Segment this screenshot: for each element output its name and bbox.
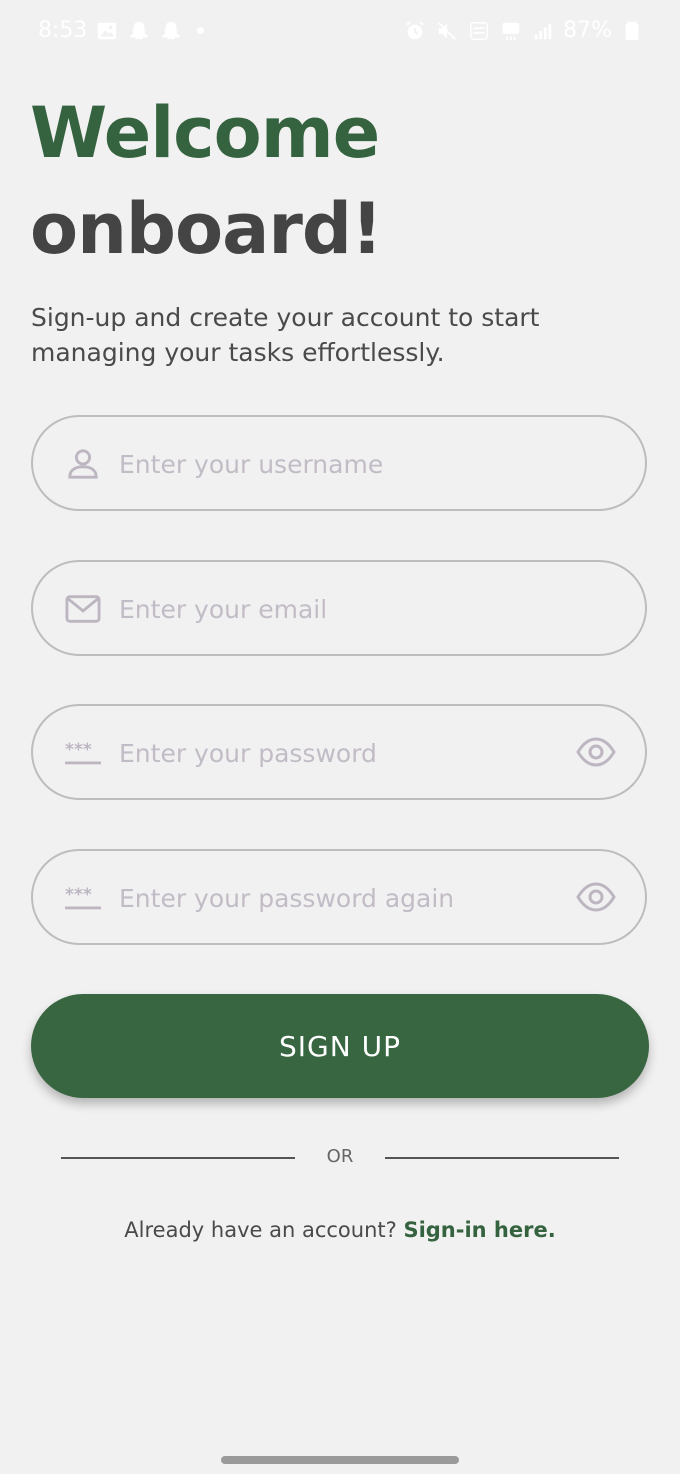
alarm-icon (403, 19, 427, 43)
email-field[interactable] (31, 560, 647, 656)
status-left: 8:53 (38, 18, 205, 43)
page-subtitle: Sign-up and create your account to start… (31, 303, 540, 367)
battery-percent: 87% (563, 18, 612, 43)
show-password-confirm-eye-icon[interactable] (575, 879, 617, 915)
signal-icon (531, 19, 555, 43)
home-indicator[interactable] (221, 1456, 459, 1464)
password-confirm-field[interactable]: *** (31, 849, 647, 945)
divider-right (385, 1157, 619, 1159)
mail-icon (63, 592, 103, 626)
sign-in-link[interactable]: Sign-in here. (403, 1218, 555, 1242)
status-right: 87% (403, 18, 644, 43)
password-input[interactable] (119, 730, 559, 776)
sign-up-button[interactable]: SIGN UP (31, 994, 649, 1098)
divider-or-label: OR (326, 1146, 354, 1167)
user-icon (63, 447, 103, 481)
show-password-eye-icon[interactable] (575, 734, 617, 770)
password-confirm-input[interactable] (119, 875, 559, 921)
svg-text:***: *** (65, 885, 92, 905)
svg-text:***: *** (65, 740, 92, 760)
page-title-welcome: Welcome (30, 92, 380, 174)
5g-icon (499, 19, 523, 43)
notification-dot (197, 27, 205, 34)
status-bar: 8:53 87% (0, 0, 680, 64)
volte-icon (467, 19, 491, 43)
snapchat-icon (159, 19, 183, 43)
divider-left (61, 1157, 295, 1159)
password-field[interactable]: *** (31, 704, 647, 800)
snapchat-icon (127, 19, 151, 43)
page-title-onboard: onboard! (30, 188, 383, 270)
sign-in-prompt-row: Already have an account? Sign-in here. (0, 1218, 680, 1242)
sign-in-prompt: Already have an account? (124, 1218, 397, 1242)
email-input[interactable] (119, 586, 559, 632)
username-field[interactable] (31, 415, 647, 511)
gallery-icon (95, 19, 119, 43)
battery-icon (620, 19, 644, 43)
mute-icon (435, 19, 459, 43)
password-icon: *** (63, 736, 103, 770)
password-icon: *** (63, 881, 103, 915)
username-input[interactable] (119, 441, 559, 487)
status-time: 8:53 (38, 18, 88, 43)
